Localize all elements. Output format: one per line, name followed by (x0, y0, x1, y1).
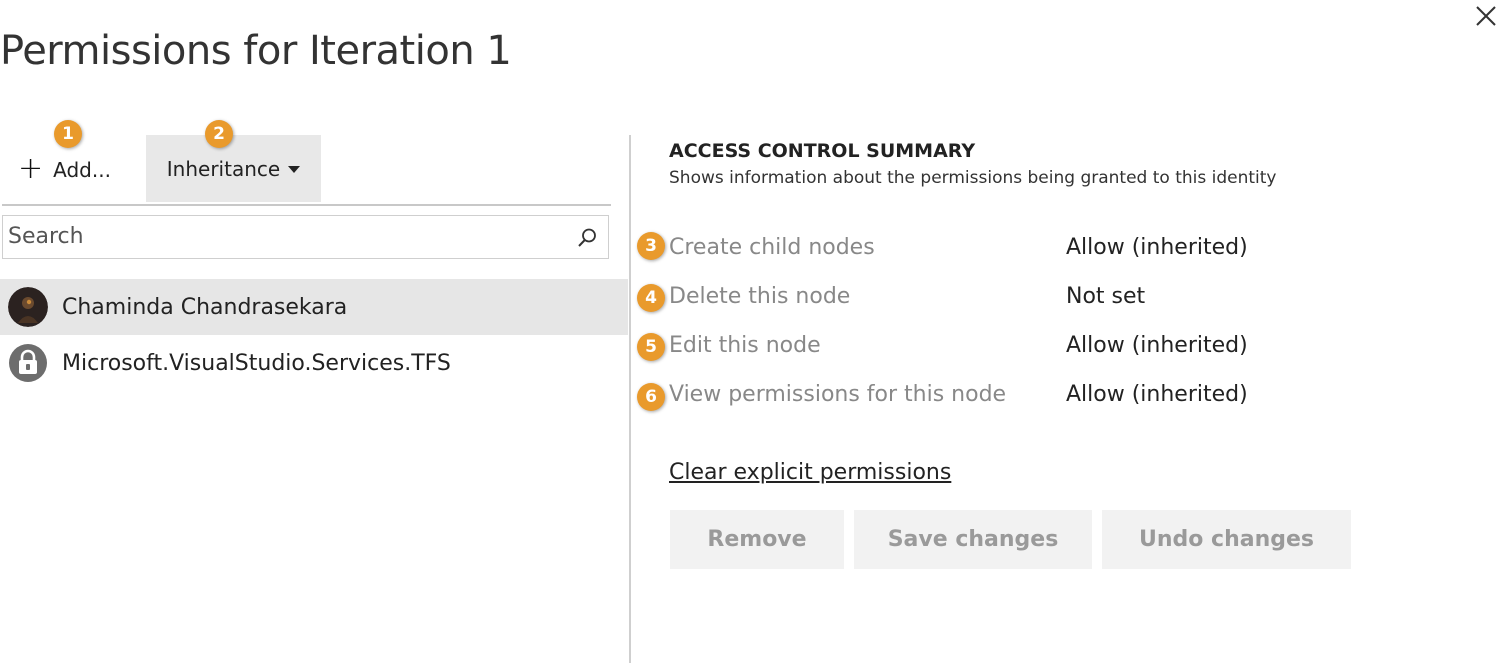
identity-name: Microsoft.VisualStudio.Services.TFS (62, 350, 451, 376)
service-identity-icon (8, 343, 48, 383)
permission-name: Create child nodes (669, 235, 875, 260)
permission-row: Delete this node Not set (669, 284, 1369, 314)
permission-value[interactable]: Allow (inherited) (1066, 382, 1248, 407)
caret-down-icon (288, 166, 301, 173)
permission-row: Edit this node Allow (inherited) (669, 333, 1369, 363)
close-icon (1476, 6, 1496, 26)
callout-badge-4: 4 (637, 284, 665, 312)
undo-changes-button[interactable]: Undo changes (1102, 510, 1351, 569)
remove-button[interactable]: Remove (670, 510, 844, 569)
permission-value[interactable]: Not set (1066, 284, 1145, 309)
callout-badge-6: 6 (637, 383, 665, 411)
toolbar-divider (2, 204, 611, 206)
permission-name: Delete this node (669, 284, 851, 309)
access-control-summary-description: Shows information about the permissions … (669, 168, 1277, 188)
callout-badge-3: 3 (637, 232, 665, 260)
callout-badge-5: 5 (637, 333, 665, 361)
search-box[interactable] (2, 215, 609, 259)
search-icon[interactable] (576, 227, 598, 249)
callout-badge-1: 1 (54, 120, 82, 148)
permission-row: View permissions for this node Allow (in… (669, 382, 1369, 412)
permission-name: Edit this node (669, 333, 821, 358)
search-input[interactable] (3, 216, 548, 256)
callout-badge-2: 2 (205, 120, 233, 148)
identity-row-tfs-service[interactable]: Microsoft.VisualStudio.Services.TFS (0, 335, 628, 391)
inheritance-button-label: Inheritance (166, 156, 281, 181)
inheritance-dropdown-button[interactable]: Inheritance (146, 135, 321, 202)
clear-explicit-permissions-link[interactable]: Clear explicit permissions (669, 460, 951, 485)
permission-row: Create child nodes Allow (inherited) (669, 235, 1369, 265)
dialog-title: Permissions for Iteration 1 (0, 28, 512, 74)
identity-row-chaminda[interactable]: Chaminda Chandrasekara (0, 279, 628, 335)
save-changes-button[interactable]: Save changes (854, 510, 1092, 569)
add-button-label: Add... (53, 158, 111, 182)
access-control-summary-heading: ACCESS CONTROL SUMMARY (669, 140, 976, 162)
identity-list: Chaminda Chandrasekara Microsoft.VisualS… (0, 279, 628, 391)
permission-value[interactable]: Allow (inherited) (1066, 333, 1248, 358)
identity-name: Chaminda Chandrasekara (62, 294, 348, 320)
plus-icon: + (18, 150, 44, 186)
user-avatar (8, 287, 48, 327)
add-button[interactable]: + Add... (18, 148, 111, 192)
permission-name: View permissions for this node (669, 382, 1007, 407)
permission-value[interactable]: Allow (inherited) (1066, 235, 1248, 260)
pane-divider (629, 135, 631, 663)
close-button[interactable] (1472, 2, 1500, 30)
